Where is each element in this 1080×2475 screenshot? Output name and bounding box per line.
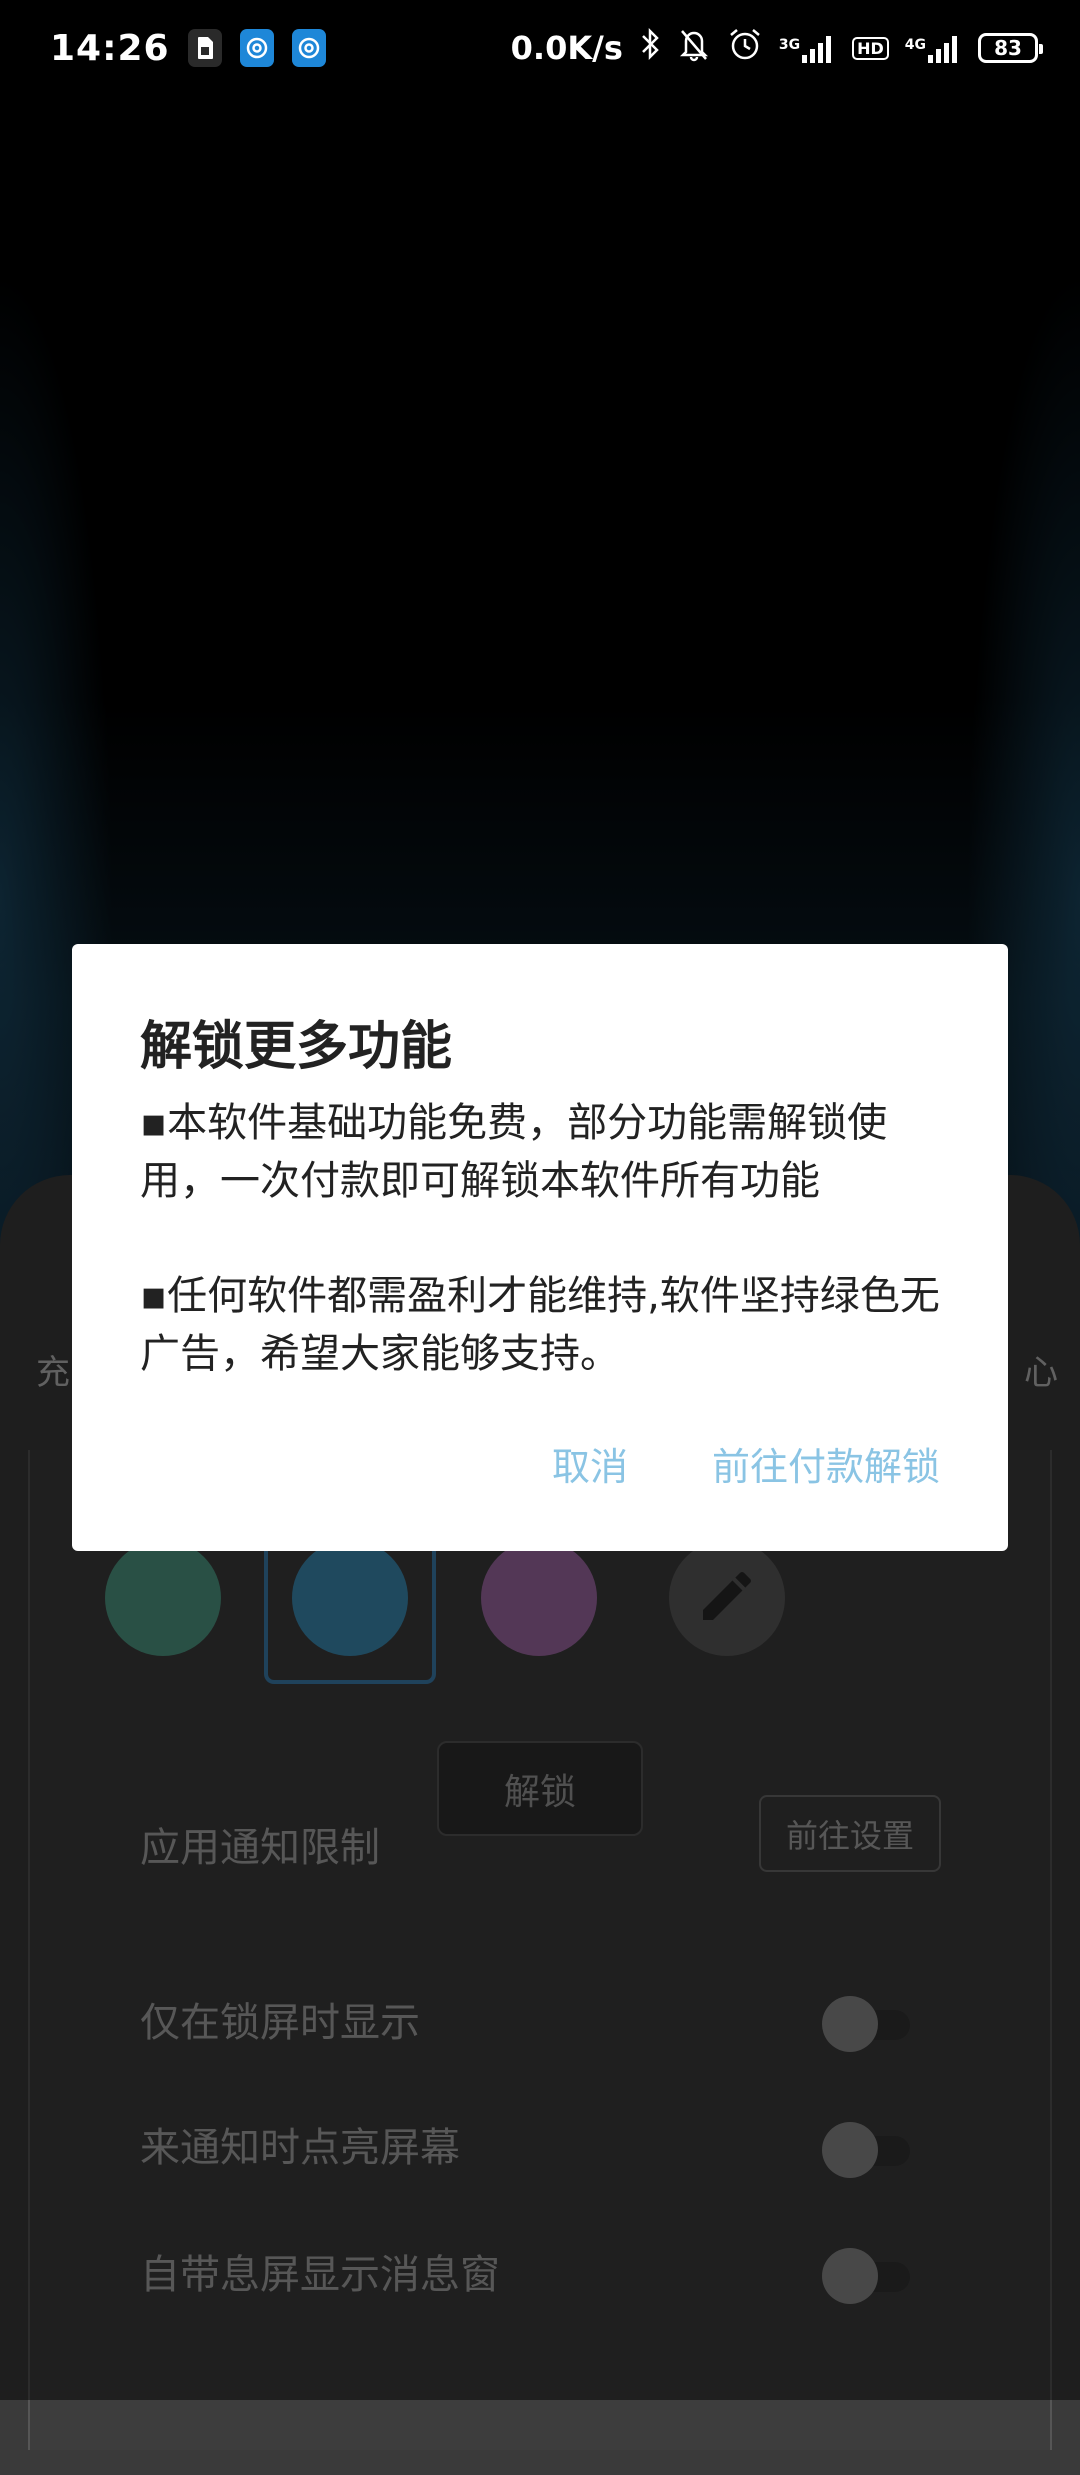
pay-unlock-button[interactable]: 前往付款解锁 xyxy=(712,1436,940,1491)
unlock-dialog: 解锁更多功能 ▪本软件基础功能免费，部分功能需解锁使用，一次付款即可解锁本软件所… xyxy=(72,944,1008,1551)
bluetooth-icon xyxy=(639,26,661,71)
dialog-paragraph-2: ▪任何软件都需盈利才能维持,软件坚持绿色无广告，希望大家能够支持。 xyxy=(140,1273,940,1377)
sim-card-icon xyxy=(187,29,222,67)
signal-4g-icon: 4G xyxy=(905,33,962,63)
signal-3g-icon: 3G xyxy=(779,33,836,63)
alarm-icon xyxy=(727,26,763,71)
battery-indicator: 83 xyxy=(978,33,1043,63)
app-notification-icon xyxy=(239,29,274,67)
cancel-button[interactable]: 取消 xyxy=(552,1436,628,1491)
status-bar: 14:26 0.0K/s 3G HD 4G 83 xyxy=(0,0,1080,96)
dialog-paragraph-1: ▪本软件基础功能免费，部分功能需解锁使用，一次付款即可解锁本软件所有功能 xyxy=(140,1100,888,1204)
clock: 14:26 xyxy=(50,27,170,69)
hd-badge: HD xyxy=(852,36,889,60)
dialog-actions: 取消 前往付款解锁 xyxy=(552,1436,940,1491)
dialog-title: 解锁更多功能 xyxy=(140,1017,453,1077)
mute-bell-icon xyxy=(677,26,711,71)
network-speed: 0.0K/s xyxy=(510,29,623,67)
app-notification-icon-2 xyxy=(291,29,326,67)
